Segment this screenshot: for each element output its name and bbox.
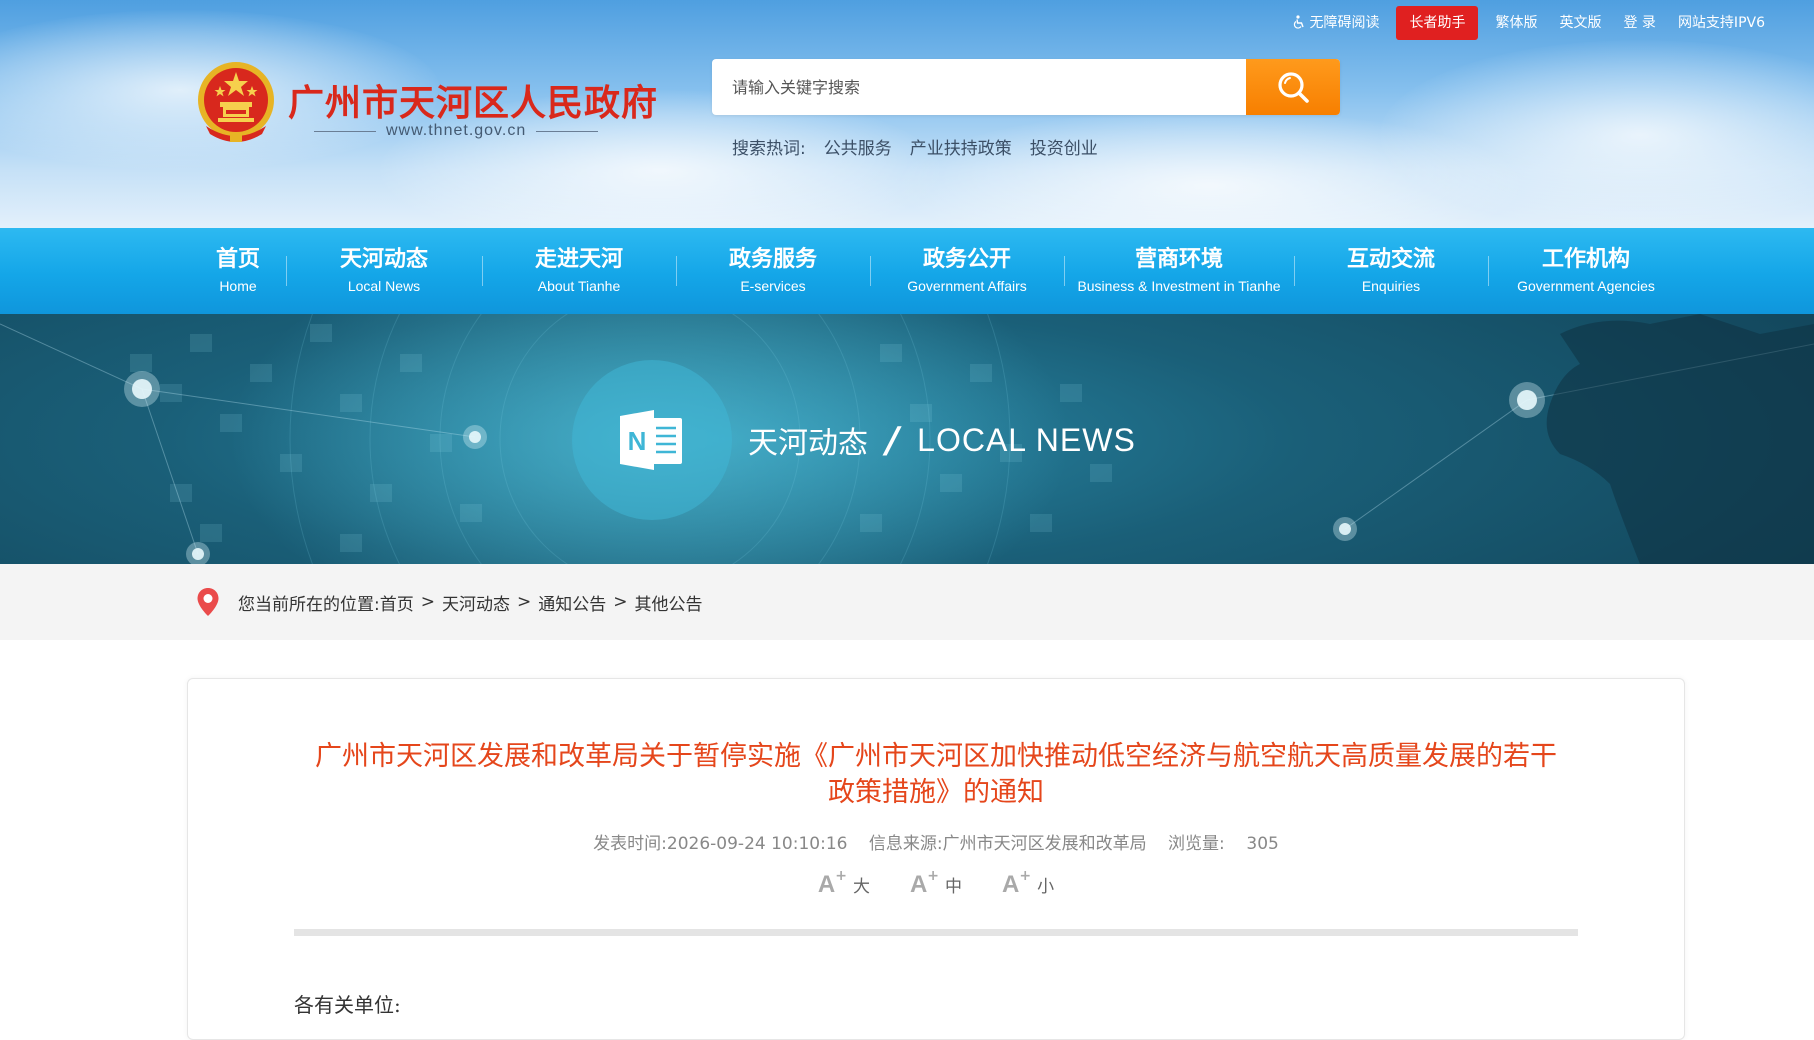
publish-time-label: 发表时间: [593,834,667,854]
site-header: 无障碍阅读 长者助手 繁体版 英文版 登 录 网站支持IPV6 广州市天河区人民… [0,0,1814,228]
hot-search-word[interactable]: 投资创业 [1030,134,1098,159]
english-version-link[interactable]: 英文版 [1550,6,1610,40]
nav-item-sublabel: Business & Investment in Tianhe [1077,278,1281,294]
location-pin-icon [197,588,219,616]
font-size-a-glyph: A [909,871,928,898]
article-title-line: 广州市天河区发展和改革局关于暂停实施《广州市天河区加快推动低空经济与航空航天高质… [315,741,1557,772]
breadcrumb: 您当前所在的位置: 首页 > 天河动态 > 通知公告 > 其他公告 [196,564,702,640]
top-utility-links: 无障碍阅读 长者助手 繁体版 英文版 登 录 网站支持IPV6 [1284,6,1774,40]
nav-item-label: 政务公开 [922,247,1011,272]
breadcrumb-bar: 您当前所在的位置: 首页 > 天河动态 > 通知公告 > 其他公告 [0,564,1814,640]
font-size-large-button[interactable]: A + 大 [817,868,870,899]
onenote-icon-letter: N [628,426,647,456]
nav-item-label: 走进天河 [534,247,623,272]
font-size-plus-glyph: + [1019,868,1032,884]
nav-item-sublabel: Government Affairs [907,278,1027,294]
search-icon [1278,72,1309,103]
breadcrumb-label: 您当前所在的位置: [238,594,380,615]
breadcrumb-other-notices[interactable]: 其他公告 [634,590,702,615]
breadcrumb-separator: > [420,592,435,612]
nav-item-local-news[interactable]: 天河动态 Local News [286,228,482,314]
main-nav-items: 首页 Home 天河动态 Local News 走进天河 About Tianh… [190,228,1684,314]
site-domain: www.thnet.gov.cn [386,122,527,139]
main-nav: 首页 Home 天河动态 Local News 走进天河 About Tianh… [0,228,1814,314]
site-logo[interactable]: 广州市天河区人民政府 www.thnet.gov.cn [196,56,659,156]
domain-divider-right [536,130,599,132]
traditional-chinese-link[interactable]: 繁体版 [1486,6,1546,40]
ipv6-support-label: 网站支持IPV6 [1677,15,1765,31]
search-input[interactable] [712,59,1242,115]
nav-item-label: 工作机构 [1541,247,1630,272]
nav-item-label: 天河动态 [339,247,428,272]
accessibility-label: 无障碍阅读 [1309,15,1380,31]
search-box [712,59,1340,115]
nav-item-sublabel: E-services [740,278,806,294]
nav-item-label: 政务服务 [728,247,817,272]
accessibility-link[interactable]: 无障碍阅读 [1284,6,1388,40]
elder-assistant-button[interactable]: 长者助手 [1396,6,1479,40]
article-card: 广州市天河区发展和改革局关于暂停实施《广州市天河区加快推动低空经济与航空航天高质… [187,678,1685,1040]
nav-item-government-affairs[interactable]: 政务公开 Government Affairs [870,228,1064,314]
breadcrumb-local-news[interactable]: 天河动态 [442,590,510,615]
view-count-value: 305 [1246,834,1279,854]
domain-divider-left [314,130,376,132]
breadcrumb-notices[interactable]: 通知公告 [538,590,606,615]
site-domain-row: www.thnet.gov.cn [314,122,599,140]
font-size-a-glyph: A [1002,871,1020,898]
banner-title: 天河动态 / LOCAL NEWS [748,418,1136,462]
view-count: 浏览量: 305 [1168,834,1279,854]
nav-item-home[interactable]: 首页 Home [190,228,286,314]
info-source-value: 广州市天河区发展和改革局 [942,834,1147,854]
search-button[interactable] [1246,59,1340,115]
nav-item-label: 互动交流 [1346,247,1435,272]
nav-item-enquiries[interactable]: 互动交流 Enquiries [1294,228,1488,314]
wheelchair-icon [1294,15,1305,29]
font-size-label: 大 [852,877,870,897]
login-link[interactable]: 登 录 [1614,6,1664,40]
banner-title-slash: / [886,419,900,461]
nav-item-label: 营商环境 [1134,247,1223,272]
nav-item-sublabel: Enquiries [1361,278,1421,294]
nav-item-e-services[interactable]: 政务服务 E-services [676,228,870,314]
site-name: 广州市天河区人民政府 [288,83,659,124]
breadcrumb-home[interactable]: 首页 [380,590,414,615]
article-divider [294,929,1578,936]
hot-search-word[interactable]: 产业扶持政策 [910,134,1012,159]
nav-item-label: 首页 [215,247,260,272]
national-emblem-icon [198,62,274,142]
font-size-small-button[interactable]: A + 小 [1002,868,1055,899]
font-size-plus-glyph: + [927,868,940,884]
view-count-label: 浏览量: [1168,834,1225,854]
info-source: 信息来源:广州市天河区发展和改革局 [869,834,1147,854]
breadcrumb-separator: > [613,592,628,612]
article-title-line: 政策措施》的通知 [828,777,1044,808]
nav-item-about-tianhe[interactable]: 走进天河 About Tianhe [482,228,676,314]
hot-search: 搜索热词: 公共服务 产业扶持政策 投资创业 [732,134,1098,159]
banner-title-cn: 天河动态 [748,426,868,461]
publish-time-value: 2026-09-24 10:10:16 [666,834,848,854]
font-size-label: 中 [945,877,963,897]
font-size-medium-button[interactable]: A + 中 [909,868,963,899]
hot-search-label: 搜索热词: [732,139,806,159]
nav-item-sublabel: Local News [347,278,421,294]
article-meta: 发表时间:2026-09-24 10:10:16 信息来源:广州市天河区发展和改… [188,829,1684,854]
nav-item-sublabel: Home [219,278,257,294]
hot-search-word[interactable]: 公共服务 [824,134,892,159]
font-size-controls: A + 大 A + 中 A + 小 [188,868,1684,899]
nav-item-sublabel: Government Agencies [1517,278,1655,294]
nav-item-government-agencies[interactable]: 工作机构 Government Agencies [1488,228,1684,314]
font-size-a-glyph: A [817,871,836,898]
article-title: 广州市天河区发展和改革局关于暂停实施《广州市天河区加快推动低空经济与航空航天高质… [288,739,1584,811]
section-banner: N 天河动态 / LOCAL NEWS [0,314,1814,564]
publish-time: 发表时间:2026-09-24 10:10:16 [593,834,847,854]
article-salutation: 各有关单位: [294,993,401,1017]
info-source-label: 信息来源: [868,834,943,854]
font-size-plus-glyph: + [835,868,847,884]
onenote-icon: N [620,410,682,470]
breadcrumb-separator: > [516,592,532,612]
banner-title-en: LOCAL NEWS [917,421,1136,458]
nav-item-sublabel: About Tianhe [537,278,621,294]
nav-item-business-investment[interactable]: 营商环境 Business & Investment in Tianhe [1064,228,1294,314]
font-size-label: 小 [1037,877,1055,897]
